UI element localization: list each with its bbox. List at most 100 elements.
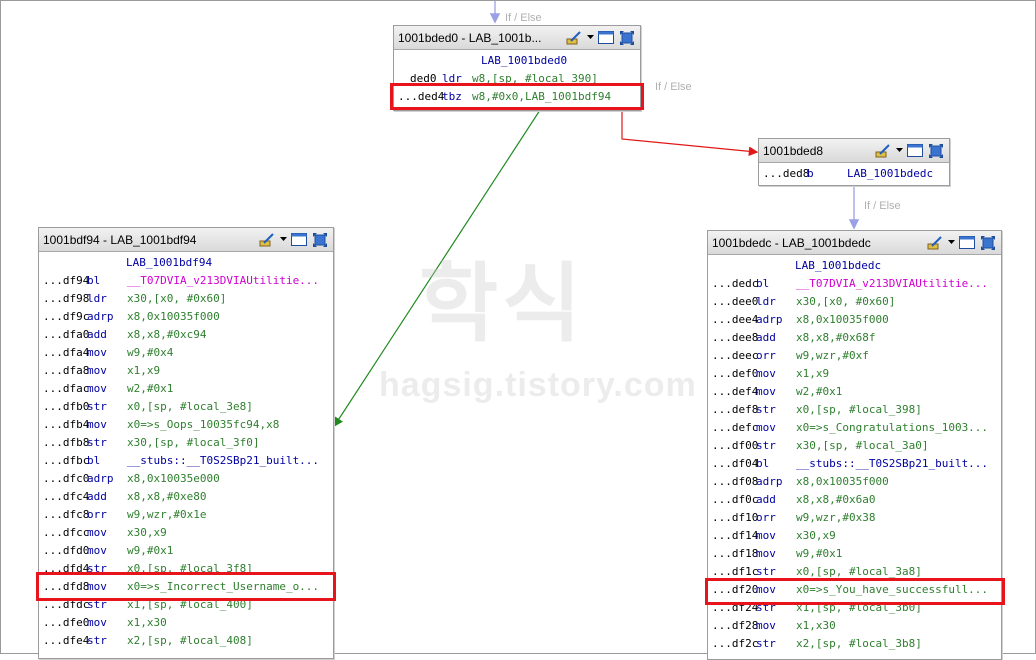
instruction-operands: x8,x8,#0x68f <box>796 331 876 344</box>
instruction-operands: x1,x9 <box>796 367 830 380</box>
instruction-operands: x8,0x10035f000 <box>796 475 889 488</box>
instruction-row[interactable]: ...df20 mov x0=>s_You_have_successfull... <box>712 581 997 599</box>
instruction-row[interactable]: ...dfb0 str x0,[sp, #local_3e8] <box>43 398 329 416</box>
instruction-row[interactable]: ...dedc bl __T07DVIA_v213DVIAUtilitie... <box>712 275 997 293</box>
instruction-row[interactable]: ...dfdc str x1,[sp, #local_400] <box>43 596 329 614</box>
window-icon[interactable] <box>906 143 924 159</box>
instruction-address: ...dee4 <box>712 313 759 326</box>
instruction-address: ...dfc8 <box>43 508 90 521</box>
instruction-row[interactable]: ...dfb4 mov x0=>s_Oops_10035fc94,x8 <box>43 416 329 434</box>
instruction-row[interactable]: ...df0c add x8,x8,#0x6a0 <box>712 491 997 509</box>
edit-color-icon[interactable] <box>258 232 276 248</box>
chevron-down-icon[interactable] <box>947 235 955 251</box>
instruction-mnemonic: b <box>807 167 814 180</box>
instruction-row[interactable]: ...def8 str x0,[sp, #local_398] <box>712 401 997 419</box>
instruction-row[interactable]: ...dfa0 add x8,x8,#0xc94 <box>43 326 329 344</box>
instruction-row[interactable]: ...deec orr w9,wzr,#0xf <box>712 347 997 365</box>
instruction-row[interactable]: ...dfc4 add x8,x8,#0xe80 <box>43 488 329 506</box>
instruction-row[interactable]: ...dfac mov w2,#0x1 <box>43 380 329 398</box>
instruction-row[interactable]: ded0 ldr w8,[sp, #local_390] <box>398 70 636 88</box>
instruction-row[interactable]: ...dee0 ldr x30,[x0, #0x60] <box>712 293 997 311</box>
instruction-row[interactable]: ...def0 mov x1,x9 <box>712 365 997 383</box>
code-block-mid[interactable]: 1001bded8 ...ded8 b LAB_1001bdedc <box>758 138 950 186</box>
instruction-row[interactable]: ...dfd8 mov x0=>s_Incorrect_Username_o... <box>43 578 329 596</box>
edge-label-false: If / Else <box>655 81 692 93</box>
instruction-row[interactable]: ...defc mov x0=>s_Congratulations_1003... <box>712 419 997 437</box>
instruction-row[interactable]: ...dee8 add x8,x8,#0x68f <box>712 329 997 347</box>
edit-color-icon[interactable] <box>874 143 892 159</box>
false-branch-edge <box>621 107 759 157</box>
instruction-row[interactable]: ...df04 bl __stubs::__T0S2SBp21_built... <box>712 455 997 473</box>
window-icon[interactable] <box>958 235 976 251</box>
instruction-mnemonic: orr <box>756 349 776 362</box>
instruction-mnemonic: adrp <box>756 313 783 326</box>
instruction-row[interactable]: ...dfd4 str x0,[sp, #local_3f8] <box>43 560 329 578</box>
instruction-address: ...def8 <box>712 403 759 416</box>
window-icon[interactable] <box>290 232 308 248</box>
instruction-row[interactable]: ...df98 ldr x30,[x0, #0x60] <box>43 290 329 308</box>
instruction-row[interactable]: ...df10 orr w9,wzr,#0x38 <box>712 509 997 527</box>
instruction-mnemonic: mov <box>756 583 776 596</box>
chevron-down-icon[interactable] <box>279 232 287 248</box>
instruction-row[interactable]: ...df9c adrp x8,0x10035f000 <box>43 308 329 326</box>
window-icon[interactable] <box>597 30 615 46</box>
instruction-operands: x30,[sp, #local_3a0] <box>796 439 929 452</box>
instruction-mnemonic: str <box>87 436 107 449</box>
instruction-operands: x8,x8,#0x6a0 <box>796 493 876 506</box>
instruction-row[interactable]: ...dfb8 str x30,[sp, #local_3f0] <box>43 434 329 452</box>
fullscreen-icon[interactable] <box>979 235 997 251</box>
block-header[interactable]: 1001bdf94 - LAB_1001bdf94 <box>39 228 333 252</box>
instruction-address: ...df0c <box>712 493 759 506</box>
code-block-top[interactable]: 1001bded0 - LAB_1001b... LAB_1001bded0 d… <box>393 25 641 111</box>
instruction-row[interactable]: ...dfa8 mov x1,x9 <box>43 362 329 380</box>
instruction-address: ...df24 <box>712 601 759 614</box>
instruction-row[interactable]: ...dfbc bl __stubs::__T0S2SBp21_built... <box>43 452 329 470</box>
instruction-row[interactable]: ...dfc8 orr w9,wzr,#0x1e <box>43 506 329 524</box>
edit-color-icon[interactable] <box>565 30 583 46</box>
instruction-mnemonic: mov <box>756 547 776 560</box>
chevron-down-icon[interactable] <box>895 143 903 159</box>
code-block-left[interactable]: 1001bdf94 - LAB_1001bdf94 LAB_1001bdf94 … <box>38 227 334 659</box>
block-header[interactable]: 1001bdedc - LAB_1001bdedc <box>708 231 1001 255</box>
instruction-row[interactable]: ...df28 mov x1,x30 <box>712 617 997 635</box>
instruction-operands: w9,#0x1 <box>796 547 843 560</box>
block-title: 1001bdf94 - LAB_1001bdf94 <box>43 232 197 247</box>
chevron-down-icon[interactable] <box>586 30 594 46</box>
instruction-row[interactable]: ...df18 mov w9,#0x1 <box>712 545 997 563</box>
instruction-operands: x30,x9 <box>127 526 167 539</box>
instruction-mnemonic: str <box>756 601 776 614</box>
instruction-row[interactable]: ...dfc0 adrp x8,0x10035e000 <box>43 470 329 488</box>
instruction-row[interactable]: ...dfd0 mov w9,#0x1 <box>43 542 329 560</box>
instruction-row[interactable]: ...dfe0 mov x1,x30 <box>43 614 329 632</box>
edit-color-icon[interactable] <box>926 235 944 251</box>
instruction-operands: x1,[sp, #local_3b0] <box>796 601 922 614</box>
instruction-address: ded0 <box>410 72 437 85</box>
fullscreen-icon[interactable] <box>618 30 636 46</box>
instruction-address: ...df00 <box>712 439 759 452</box>
instruction-address: ...dfb8 <box>43 436 90 449</box>
instruction-row[interactable]: ...dee4 adrp x8,0x10035f000 <box>712 311 997 329</box>
instruction-operands: w8,[sp, #local_390] <box>472 72 598 85</box>
block-header[interactable]: 1001bded8 <box>759 139 949 163</box>
instruction-row[interactable]: ...ded8 b LAB_1001bdedc <box>763 165 945 183</box>
instruction-operands: x8,0x10035f000 <box>127 310 220 323</box>
instruction-operands: w2,#0x1 <box>796 385 843 398</box>
instruction-row[interactable]: ...df08 adrp x8,0x10035f000 <box>712 473 997 491</box>
instruction-row[interactable]: ...df1c str x0,[sp, #local_3a8] <box>712 563 997 581</box>
instruction-row[interactable]: ...dfcc mov x30,x9 <box>43 524 329 542</box>
instruction-row[interactable]: ...df14 mov x30,x9 <box>712 527 997 545</box>
instruction-row[interactable]: ...dfa4 mov w9,#0x4 <box>43 344 329 362</box>
code-block-right[interactable]: 1001bdedc - LAB_1001bdedc LAB_1001bdedc … <box>707 230 1002 660</box>
instruction-row[interactable]: ...df94 bl __T07DVIA_v213DVIAUtilitie... <box>43 272 329 290</box>
instruction-row[interactable]: ...dfe4 str x2,[sp, #local_408] <box>43 632 329 650</box>
instruction-row[interactable]: ...df2c str x2,[sp, #local_3b8] <box>712 635 997 653</box>
instruction-row[interactable]: ...ded4 tbz w8,#0x0,LAB_1001bdf94 <box>398 88 636 106</box>
instruction-row[interactable]: ...def4 mov w2,#0x1 <box>712 383 997 401</box>
fullscreen-icon[interactable] <box>311 232 329 248</box>
instruction-row[interactable]: ...df24 str x1,[sp, #local_3b0] <box>712 599 997 617</box>
instruction-row[interactable]: ...df00 str x30,[sp, #local_3a0] <box>712 437 997 455</box>
block-header[interactable]: 1001bded0 - LAB_1001b... <box>394 26 640 50</box>
instruction-operands: x0=>s_Incorrect_Username_o... <box>127 580 320 593</box>
instruction-mnemonic: add <box>87 328 107 341</box>
fullscreen-icon[interactable] <box>927 143 945 159</box>
